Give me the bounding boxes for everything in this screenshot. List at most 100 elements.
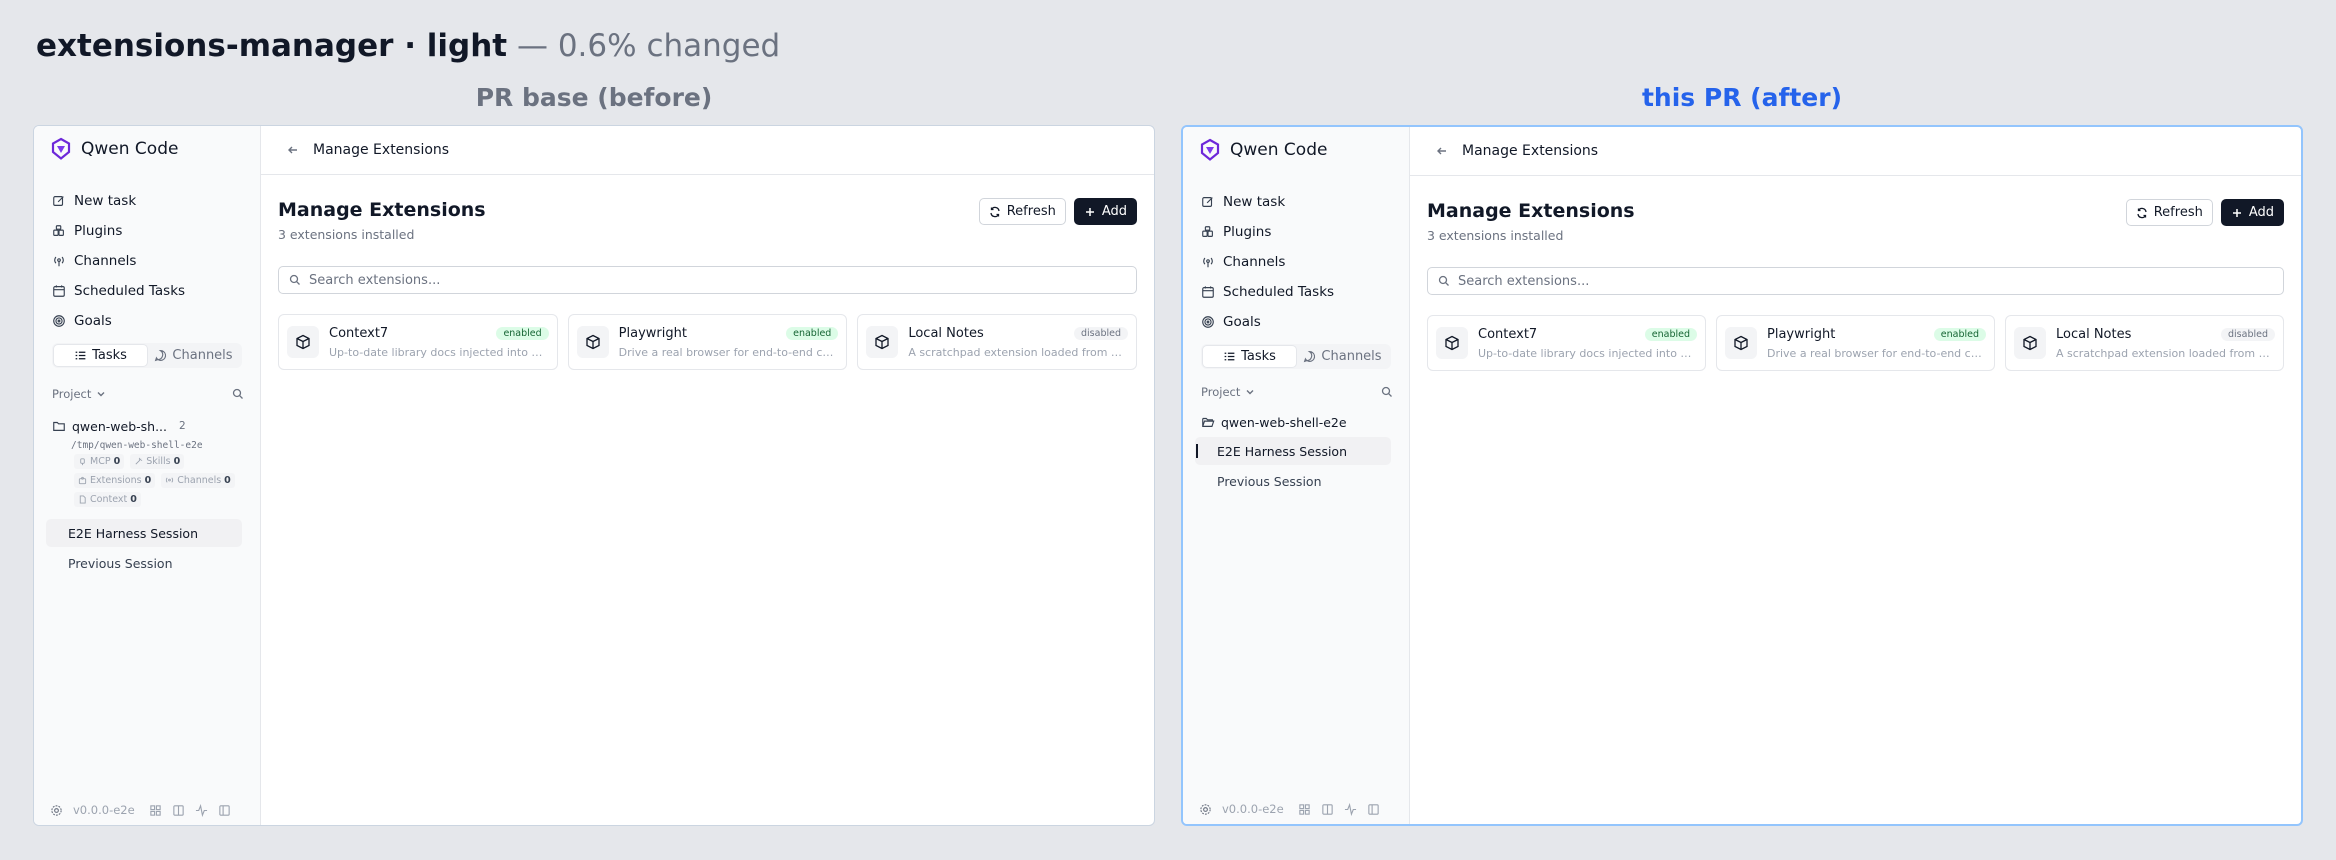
extension-name: Context7 xyxy=(329,325,389,341)
extensions-content: Manage Extensions 3 extensions installed… xyxy=(1427,199,2284,371)
nav-goals[interactable]: Goals xyxy=(1199,307,1399,337)
radio-icon xyxy=(54,256,64,267)
nav-label: New task xyxy=(74,193,137,209)
version-label: v0.0.0-e2e xyxy=(1222,802,1284,816)
extension-name: Local Notes xyxy=(908,325,984,341)
search-icon[interactable] xyxy=(232,388,244,400)
settings-icon[interactable] xyxy=(50,804,63,817)
project-dropdown[interactable]: Project xyxy=(52,387,107,401)
back-arrow-icon[interactable] xyxy=(1436,145,1448,157)
status-badge: enabled xyxy=(1933,327,1986,341)
top-bar: Manage Extensions xyxy=(1410,127,2301,176)
content-header: Manage Extensions 3 extensions installed… xyxy=(278,198,1137,242)
search-input[interactable] xyxy=(309,272,1136,288)
extension-card-top: Playwright enabled xyxy=(1767,327,1986,342)
chip-value: 0 xyxy=(130,494,137,505)
brand[interactable]: Qwen Code xyxy=(1198,138,1327,162)
extensions-chip: Extensions 0 xyxy=(74,473,156,488)
session-item[interactable]: Previous Session xyxy=(46,549,242,577)
title-separator: — xyxy=(507,28,558,64)
refresh-button[interactable]: Refresh xyxy=(2125,199,2213,226)
nav-goals[interactable]: Goals xyxy=(50,306,250,336)
chat-icon xyxy=(155,350,167,362)
grid-icon[interactable] xyxy=(149,804,162,817)
extension-card[interactable]: Playwright enabled Drive a real browser … xyxy=(1716,315,1995,371)
qwen-logo-icon xyxy=(1200,138,1220,161)
extensions-content: Manage Extensions 3 extensions installed… xyxy=(278,198,1138,370)
add-button[interactable]: Add xyxy=(1073,198,1137,225)
content-header: Manage Extensions 3 extensions installed… xyxy=(1427,199,2284,243)
extension-card[interactable]: Context7 enabled Up-to-date library docs… xyxy=(278,314,558,370)
search-icon[interactable] xyxy=(1381,386,1393,398)
back-arrow-icon[interactable] xyxy=(287,144,299,156)
search-icon xyxy=(1438,275,1449,286)
extension-icon-box xyxy=(866,326,899,358)
extension-card-top: Local Notes disabled xyxy=(2056,327,2275,342)
workspace-stats: MCP 0 Skills 0 Extensions 0 Channels 0 C… xyxy=(74,454,244,507)
app-name: Qwen Code xyxy=(1230,140,1328,160)
status-badge: enabled xyxy=(786,326,839,340)
nav-plugins[interactable]: Plugins xyxy=(50,216,250,246)
chip-label: Skills xyxy=(146,456,171,467)
project-label: Project xyxy=(1201,385,1241,399)
extension-icon-box xyxy=(287,326,319,358)
nav-scheduled-tasks[interactable]: Scheduled Tasks xyxy=(50,276,250,306)
extension-card[interactable]: Local Notes disabled A scratchpad extens… xyxy=(857,314,1138,370)
activity-icon[interactable] xyxy=(195,803,208,817)
extensions-count: 3 extensions installed xyxy=(1427,228,1564,243)
plus-icon xyxy=(1085,207,1094,216)
nav-scheduled-tasks[interactable]: Scheduled Tasks xyxy=(1199,277,1399,307)
nav-label: Goals xyxy=(74,313,112,329)
edit-icon xyxy=(53,196,64,206)
columns-icon[interactable] xyxy=(1321,803,1334,816)
brand[interactable]: Qwen Code xyxy=(49,137,178,161)
extension-card-body: Context7 enabled Up-to-date library docs… xyxy=(1478,327,1697,360)
extension-card[interactable]: Local Notes disabled A scratchpad extens… xyxy=(2005,315,2284,371)
sidebar-toggle-icon[interactable] xyxy=(218,804,231,817)
extension-card-body: Local Notes disabled A scratchpad extens… xyxy=(2056,327,2275,360)
tab-channels[interactable]: Channels xyxy=(147,345,240,366)
header-actions: Refresh Add xyxy=(2125,199,2284,226)
nav-channels[interactable]: Channels xyxy=(50,246,250,276)
sidebar-toggle-icon[interactable] xyxy=(1367,803,1380,816)
activity-icon[interactable] xyxy=(1344,802,1357,816)
refresh-button[interactable]: Refresh xyxy=(978,198,1066,225)
nav-plugins[interactable]: Plugins xyxy=(1199,217,1399,247)
nav-label: Channels xyxy=(74,253,137,269)
workspace-path: /tmp/qwen-web-shell-e2e xyxy=(71,440,203,451)
grid-icon[interactable] xyxy=(1298,803,1311,816)
extension-card[interactable]: Playwright enabled Drive a real browser … xyxy=(567,314,848,370)
plug-icon xyxy=(80,458,85,466)
search-input[interactable] xyxy=(1458,273,2283,289)
workspace-group: qwen-web-sh... 2 /tmp/qwen-web-shell-e2e… xyxy=(52,416,252,507)
session-item[interactable]: Previous Session xyxy=(1195,467,1391,495)
nav-new-task[interactable]: New task xyxy=(1199,187,1399,217)
workspace-folder[interactable]: qwen-web-shell-e2e xyxy=(1201,412,1401,432)
session-item-active[interactable]: E2E Harness Session xyxy=(1195,437,1391,465)
columns-icon[interactable] xyxy=(172,804,185,817)
session-item-active[interactable]: E2E Harness Session xyxy=(46,519,242,547)
nav-new-task[interactable]: New task xyxy=(50,186,250,216)
nav-label: Plugins xyxy=(1223,224,1272,240)
tab-channels[interactable]: Channels xyxy=(1296,346,1389,367)
add-button[interactable]: Add xyxy=(2220,199,2284,226)
refresh-icon xyxy=(990,206,1000,217)
tab-tasks-label: Tasks xyxy=(1241,349,1276,364)
extension-card[interactable]: Context7 enabled Up-to-date library docs… xyxy=(1427,315,1706,371)
tab-tasks[interactable]: Tasks xyxy=(54,345,147,366)
wand-icon xyxy=(135,457,143,465)
main-area: Manage Extensions Manage Extensions 3 ex… xyxy=(1410,127,2301,824)
tab-tasks-label: Tasks xyxy=(92,348,127,363)
nav-label: New task xyxy=(1223,194,1286,210)
chip-label: Channels xyxy=(177,475,222,486)
session-title: Previous Session xyxy=(68,555,173,571)
search-box xyxy=(278,266,1137,294)
extension-name: Local Notes xyxy=(2056,326,2132,342)
nav-channels[interactable]: Channels xyxy=(1199,247,1399,277)
project-dropdown[interactable]: Project xyxy=(1201,385,1256,399)
workspace-folder[interactable]: qwen-web-sh... 2 xyxy=(52,416,252,436)
settings-icon[interactable] xyxy=(1199,803,1212,816)
extension-name: Context7 xyxy=(1478,326,1538,342)
after-screenshot: Qwen Code New task Plugins Channels Sche… xyxy=(1181,125,2303,826)
tab-tasks[interactable]: Tasks xyxy=(1203,346,1296,367)
